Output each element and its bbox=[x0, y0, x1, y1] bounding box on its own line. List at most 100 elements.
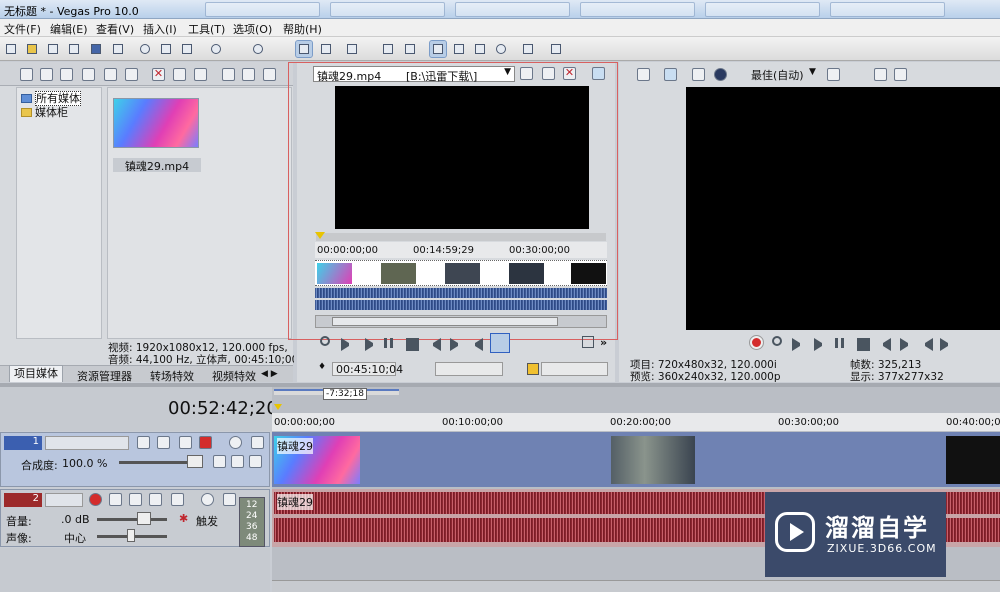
normal-edit-tool-icon[interactable] bbox=[429, 40, 447, 58]
invert-phase-icon[interactable] bbox=[109, 493, 122, 506]
trimmer-video-strip[interactable] bbox=[315, 260, 607, 286]
capture-video-icon[interactable] bbox=[40, 68, 53, 81]
volume-slider-thumb[interactable] bbox=[137, 512, 151, 525]
parent-down-icon[interactable] bbox=[249, 455, 262, 468]
ignore-grouping-icon[interactable] bbox=[402, 41, 418, 57]
preview-fx-icon[interactable] bbox=[692, 68, 705, 81]
video-thumbnail[interactable] bbox=[946, 436, 1000, 484]
media-fx-icon[interactable] bbox=[194, 68, 207, 81]
help-cursor-icon[interactable] bbox=[548, 41, 564, 57]
set-selection-icon[interactable] bbox=[582, 336, 594, 348]
go-to-end-icon[interactable] bbox=[450, 338, 463, 351]
play-from-start-icon[interactable] bbox=[341, 338, 354, 351]
save-as-icon[interactable] bbox=[66, 41, 82, 57]
add-to-timeline-icon[interactable] bbox=[520, 67, 533, 80]
envelope-tool-icon[interactable] bbox=[451, 41, 467, 57]
play-preview-icon[interactable] bbox=[222, 68, 235, 81]
preview-properties-icon[interactable] bbox=[637, 68, 650, 81]
play-icon[interactable] bbox=[814, 338, 827, 351]
pan-slider-thumb[interactable] bbox=[127, 529, 135, 542]
cut-icon[interactable] bbox=[137, 41, 153, 57]
render-icon[interactable] bbox=[88, 41, 104, 57]
selection-tool-icon[interactable] bbox=[472, 41, 488, 57]
trimmer-in-point[interactable] bbox=[435, 362, 503, 376]
pin-icon[interactable]: ♦ bbox=[318, 362, 326, 372]
ripple-icon[interactable] bbox=[344, 41, 360, 57]
stop-icon[interactable] bbox=[406, 338, 419, 351]
trimmer-out-point[interactable] bbox=[541, 362, 608, 376]
timeline-ruler[interactable]: 00:00:00;00 00:10:00;00 00:20:00;00 00:3… bbox=[272, 413, 1000, 431]
lock-envelopes-icon[interactable] bbox=[380, 41, 396, 57]
menu-insert[interactable]: 插入(I) bbox=[143, 21, 177, 37]
zoom-tool-icon[interactable] bbox=[493, 41, 509, 57]
menu-help[interactable]: 帮助(H) bbox=[283, 21, 322, 37]
compositing-icon[interactable] bbox=[137, 436, 150, 449]
extract-audio-icon[interactable] bbox=[82, 68, 95, 81]
background-tab[interactable] bbox=[205, 2, 320, 17]
split-screen-icon[interactable] bbox=[714, 68, 727, 81]
search-media-icon[interactable] bbox=[125, 68, 138, 81]
copy-snapshot-icon[interactable] bbox=[874, 68, 887, 81]
tab-explorer[interactable]: 资源管理器 bbox=[77, 368, 132, 384]
trimmer-scrollbar[interactable] bbox=[315, 315, 607, 328]
loop-icon[interactable] bbox=[772, 336, 782, 346]
copy-icon[interactable] bbox=[158, 41, 174, 57]
go-to-start-icon[interactable] bbox=[878, 338, 891, 351]
new-project-icon[interactable] bbox=[3, 41, 19, 57]
loop-icon[interactable] bbox=[320, 336, 330, 346]
tab-project-media[interactable]: 项目媒体 bbox=[9, 365, 63, 382]
stop-icon[interactable] bbox=[857, 338, 870, 351]
undo-icon[interactable] bbox=[208, 41, 224, 57]
tab-scroll-arrows[interactable]: ◀ ▶ bbox=[261, 369, 278, 379]
track-motion-icon[interactable] bbox=[171, 493, 184, 506]
brush-icon[interactable] bbox=[520, 41, 536, 57]
background-tab[interactable] bbox=[830, 2, 945, 17]
background-tab[interactable] bbox=[580, 2, 695, 17]
video-thumbnail[interactable] bbox=[611, 436, 695, 484]
background-tab[interactable] bbox=[330, 2, 445, 17]
go-to-end-icon[interactable] bbox=[900, 338, 913, 351]
media-properties-icon[interactable] bbox=[173, 68, 186, 81]
import-media-icon[interactable] bbox=[20, 68, 33, 81]
mute-icon[interactable] bbox=[229, 436, 242, 449]
get-photos-icon[interactable] bbox=[60, 68, 73, 81]
menu-edit[interactable]: 编辑(E) bbox=[50, 21, 88, 37]
trim-mode-icon[interactable] bbox=[490, 333, 510, 353]
trimmer-file-dropdown[interactable]: 镇魂29.mp4 [B:\迅雷下载\] ▼ bbox=[313, 66, 515, 83]
track-fx-icon[interactable] bbox=[199, 436, 212, 449]
play-from-start-icon[interactable] bbox=[792, 338, 805, 351]
redo-icon[interactable] bbox=[250, 41, 266, 57]
previous-frame-icon[interactable] bbox=[470, 338, 483, 351]
background-tab[interactable] bbox=[705, 2, 820, 17]
next-frame-icon[interactable] bbox=[940, 338, 953, 351]
marker-flag[interactable]: -7:32;18 bbox=[323, 388, 367, 400]
trimmer-fx-icon[interactable] bbox=[542, 67, 555, 80]
track-name-field[interactable] bbox=[45, 436, 129, 450]
auto-preview-icon[interactable] bbox=[263, 68, 276, 81]
play-icon[interactable] bbox=[365, 338, 378, 351]
trimmer-timeline-bar[interactable] bbox=[316, 233, 606, 241]
clear-trimmer-icon[interactable]: ✕ bbox=[563, 67, 576, 80]
open-icon[interactable] bbox=[24, 41, 40, 57]
opacity-slider-thumb[interactable] bbox=[187, 455, 203, 468]
menu-view[interactable]: 查看(V) bbox=[96, 21, 134, 37]
tab-video-fx[interactable]: 视频特效 bbox=[212, 368, 256, 384]
gear-icon[interactable]: ✱ bbox=[179, 512, 188, 525]
more-icon[interactable]: » bbox=[600, 336, 613, 349]
background-tab[interactable] bbox=[455, 2, 570, 17]
parent-up-icon[interactable] bbox=[231, 455, 244, 468]
pause-icon[interactable] bbox=[384, 338, 393, 348]
media-generator-icon[interactable] bbox=[104, 68, 117, 81]
arm-record-icon[interactable] bbox=[89, 493, 102, 506]
solo-icon[interactable] bbox=[251, 436, 264, 449]
menu-options[interactable]: 选项(O) bbox=[233, 21, 272, 37]
automation-icon[interactable] bbox=[149, 493, 162, 506]
track-compositing-mode-icon[interactable] bbox=[213, 455, 226, 468]
paste-icon[interactable] bbox=[179, 41, 195, 57]
preview-device-icon[interactable] bbox=[664, 68, 677, 81]
previous-frame-icon[interactable] bbox=[920, 338, 933, 351]
overlays-icon[interactable] bbox=[827, 68, 840, 81]
make-compositing-child-icon[interactable] bbox=[157, 436, 170, 449]
stop-preview-icon[interactable] bbox=[242, 68, 255, 81]
go-to-start-icon[interactable] bbox=[428, 338, 441, 351]
